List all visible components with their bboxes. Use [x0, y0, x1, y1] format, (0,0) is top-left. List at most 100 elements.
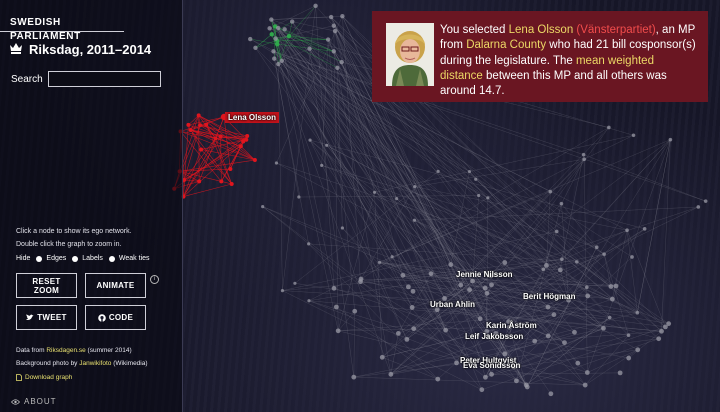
selected-node[interactable] — [198, 123, 203, 128]
graph-node[interactable] — [626, 333, 631, 338]
graph-node[interactable] — [483, 374, 488, 380]
graph-node[interactable] — [307, 242, 311, 246]
graph-node[interactable] — [390, 255, 394, 259]
graph-node[interactable] — [560, 257, 564, 261]
graph-node[interactable] — [470, 278, 476, 284]
selected-node[interactable] — [252, 158, 257, 163]
graph-node[interactable] — [261, 205, 265, 209]
code-button[interactable]: CODE — [85, 305, 146, 330]
graph-node[interactable] — [325, 143, 329, 147]
graph-node[interactable] — [575, 260, 579, 264]
node-label-jennie-nilsson[interactable]: Jennie Nilsson — [456, 270, 512, 279]
graph-node[interactable] — [273, 36, 278, 41]
reset-zoom-button[interactable]: RESET ZOOM — [16, 273, 77, 298]
riksdagen-link[interactable]: Riksdagen.se — [46, 347, 85, 354]
graph-node[interactable] — [458, 282, 464, 288]
graph-node[interactable] — [275, 25, 281, 31]
graph-node[interactable] — [313, 3, 318, 8]
graph-node[interactable] — [479, 387, 485, 393]
graph-node[interactable] — [379, 354, 385, 360]
graph-node[interactable] — [282, 27, 287, 32]
selected-node[interactable] — [245, 133, 250, 138]
hide-labels-toggle[interactable] — [72, 255, 79, 262]
graph-node[interactable] — [325, 37, 331, 42]
graph-node[interactable] — [331, 23, 336, 28]
graph-node[interactable] — [388, 371, 394, 377]
graph-node[interactable] — [267, 26, 272, 31]
graph-node[interactable] — [617, 370, 623, 376]
graph-node[interactable] — [489, 371, 494, 377]
selected-node[interactable] — [196, 113, 201, 118]
graph-node[interactable] — [532, 338, 538, 344]
graph-node[interactable] — [630, 255, 634, 259]
graph-node[interactable] — [594, 245, 599, 249]
graph-node[interactable] — [607, 315, 612, 320]
graph-node[interactable] — [557, 267, 563, 273]
hide-weak-ties-toggle[interactable] — [108, 255, 115, 262]
selected-node[interactable] — [204, 122, 209, 127]
graph-node[interactable] — [572, 329, 577, 335]
graph-node[interactable] — [400, 272, 406, 278]
search-input[interactable] — [48, 71, 161, 87]
graph-node[interactable] — [602, 252, 606, 256]
graph-node[interactable] — [280, 288, 285, 293]
graph-node[interactable] — [703, 199, 708, 203]
graph-node[interactable] — [601, 325, 606, 331]
graph-node[interactable] — [696, 205, 701, 209]
graph-node[interactable] — [484, 290, 490, 296]
hide-labels-label[interactable]: Labels — [82, 255, 103, 262]
graph-node[interactable] — [626, 355, 632, 361]
selected-node[interactable] — [218, 134, 223, 139]
graph-node[interactable] — [514, 378, 519, 384]
graph-node[interactable] — [554, 229, 559, 234]
graph-node[interactable] — [308, 138, 312, 142]
graph-node[interactable] — [307, 299, 311, 303]
graph-node[interactable] — [548, 391, 554, 397]
graph-node[interactable] — [482, 285, 488, 291]
graph-node[interactable] — [448, 262, 454, 267]
download-graph-link[interactable]: Download graph — [16, 374, 72, 381]
tweet-button[interactable]: TWEET — [16, 305, 77, 330]
graph-node[interactable] — [562, 340, 567, 345]
graph-node[interactable] — [412, 218, 417, 222]
graph-node[interactable] — [293, 281, 297, 285]
graph-node[interactable] — [635, 310, 640, 315]
info-icon[interactable]: i — [150, 275, 159, 284]
about-label[interactable]: ABOUT — [24, 397, 57, 406]
graph-node[interactable] — [545, 304, 551, 310]
node-label-karin-astrom[interactable]: Karin Åström — [486, 321, 537, 330]
graph-node[interactable] — [656, 336, 662, 342]
graph-node[interactable] — [575, 360, 581, 366]
graph-node[interactable] — [335, 328, 341, 334]
graph-node[interactable] — [274, 161, 279, 165]
animate-button[interactable]: ANIMATE — [85, 273, 146, 298]
graph-node[interactable] — [467, 287, 472, 293]
selected-node[interactable] — [213, 136, 218, 141]
graph-node[interactable] — [502, 260, 508, 265]
graph-node[interactable] — [541, 267, 546, 272]
graph-node[interactable] — [248, 36, 253, 42]
graph-node[interactable] — [585, 293, 591, 299]
graph-node[interactable] — [613, 283, 619, 289]
graph-node[interactable] — [377, 260, 382, 264]
graph-node[interactable] — [340, 14, 345, 19]
graph-node[interactable] — [642, 227, 647, 231]
graph-node[interactable] — [489, 282, 494, 288]
graph-node[interactable] — [339, 59, 344, 65]
graph-node[interactable] — [275, 41, 280, 47]
graph-node[interactable] — [328, 14, 334, 20]
graph-node[interactable] — [551, 312, 557, 318]
selected-node[interactable] — [188, 127, 193, 132]
download-graph-label[interactable]: Download graph — [25, 374, 72, 381]
graph-node[interactable] — [331, 285, 337, 291]
selected-node[interactable] — [238, 144, 243, 149]
hide-edges-toggle[interactable] — [36, 255, 43, 262]
graph-node[interactable] — [581, 152, 586, 157]
about-link[interactable]: ABOUT — [11, 397, 57, 406]
selected-node[interactable] — [229, 181, 234, 186]
node-label-lena-olsson[interactable]: Lena Olsson — [225, 112, 280, 123]
graph-node[interactable] — [333, 304, 339, 310]
graph-node[interactable] — [625, 228, 629, 233]
graph-node[interactable] — [585, 285, 589, 290]
graph-node[interactable] — [340, 226, 344, 230]
